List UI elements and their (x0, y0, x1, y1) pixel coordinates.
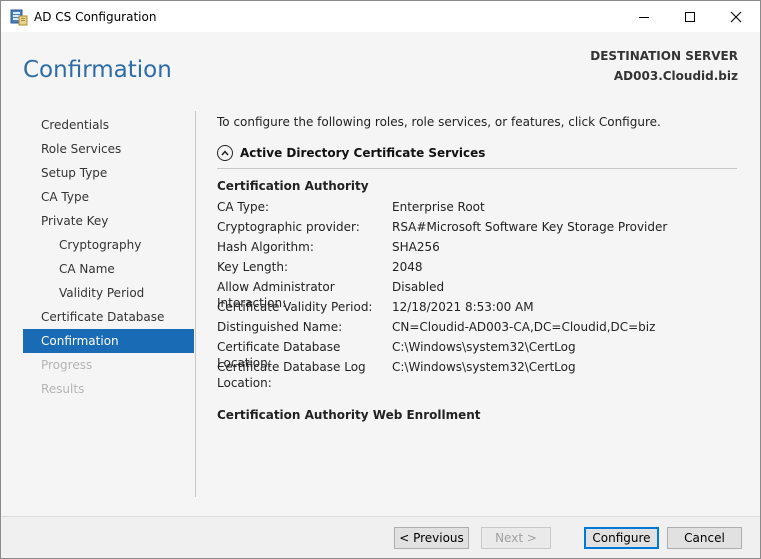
destination-server-name: AD003.Cloudid.biz (613, 69, 738, 83)
property-value: RSA#Microsoft Software Key Storage Provi… (392, 220, 668, 234)
nav-item-certificate-database[interactable]: Certificate Database (23, 305, 194, 329)
nav-item-progress: Progress (41, 358, 93, 372)
previous-button[interactable]: < Previous (394, 527, 469, 549)
ad-cs-configuration-window: AD CS Configuration Confirmation DESTINA… (0, 0, 761, 559)
wizard-navigation: Credentials Role Services Setup Type CA … (23, 113, 194, 401)
property-label: CA Type: (217, 200, 270, 214)
property-value: SHA256 (392, 240, 440, 254)
close-button[interactable] (713, 1, 759, 32)
nav-item-ca-name[interactable]: CA Name (23, 257, 194, 281)
minimize-button[interactable] (621, 1, 667, 32)
nav-item-confirmation[interactable]: Confirmation (23, 329, 194, 353)
title-bar[interactable]: AD CS Configuration (1, 1, 760, 32)
property-label: Hash Algorithm: (217, 240, 314, 254)
server-manager-icon (10, 9, 28, 26)
cancel-button[interactable]: Cancel (667, 527, 742, 549)
nav-divider (195, 111, 196, 497)
property-label: Certificate Validity Period: (217, 300, 373, 314)
nav-item-validity-period[interactable]: Validity Period (23, 281, 194, 305)
configure-button[interactable]: Configure (584, 527, 659, 549)
property-value: CN=Cloudid-AD003-CA,DC=Cloudid,DC=biz (392, 320, 656, 334)
nav-item-cryptography[interactable]: Cryptography (23, 233, 194, 257)
wizard-body: Confirmation DESTINATION SERVER AD003.Cl… (1, 32, 760, 516)
wizard-footer: < Previous Next > Configure Cancel (1, 516, 760, 558)
web-enrollment-group-title: Certification Authority Web Enrollment (217, 408, 481, 422)
property-value: 12/18/2021 8:53:00 AM (392, 300, 534, 314)
nav-item-private-key[interactable]: Private Key (23, 209, 194, 233)
nav-item-ca-type[interactable]: CA Type (23, 185, 194, 209)
nav-item-setup-type[interactable]: Setup Type (23, 161, 194, 185)
property-label: Certificate Database Log Location: (217, 360, 366, 390)
collapse-chevron-icon[interactable] (217, 145, 233, 161)
intro-text: To configure the following roles, role s… (217, 115, 661, 129)
section-divider (217, 168, 737, 169)
section-header[interactable]: Active Directory Certificate Services (217, 145, 485, 161)
property-label: Distinguished Name: (217, 320, 343, 334)
ca-group-title: Certification Authority (217, 179, 369, 193)
window-title: AD CS Configuration (34, 10, 157, 24)
property-value: Disabled (392, 280, 445, 294)
property-label: Cryptographic provider: (217, 220, 360, 234)
destination-server-label: DESTINATION SERVER (590, 49, 738, 63)
property-value: C:\Windows\system32\CertLog (392, 360, 576, 374)
page-title: Confirmation (23, 57, 172, 83)
property-value: Enterprise Root (392, 200, 485, 214)
close-icon (730, 11, 742, 22)
next-button: Next > (481, 527, 551, 549)
property-value: C:\Windows\system32\CertLog (392, 340, 576, 354)
minimize-icon (639, 16, 649, 18)
section-title: Active Directory Certificate Services (240, 146, 486, 160)
maximize-button[interactable] (667, 1, 713, 32)
nav-item-role-services[interactable]: Role Services (23, 137, 194, 161)
property-value: 2048 (392, 260, 423, 274)
nav-item-credentials[interactable]: Credentials (23, 113, 194, 137)
maximize-icon (685, 11, 695, 22)
nav-item-results: Results (41, 382, 85, 396)
property-label: Key Length: (217, 260, 289, 274)
